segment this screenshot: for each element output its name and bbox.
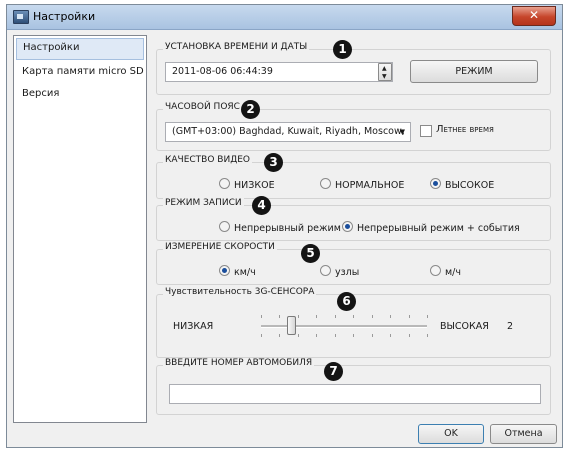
vehicle-legend: ВВЕДИТЕ НОМЕР АВТОМОБИЛЯ (163, 358, 315, 368)
video-quality-legend: КАЧЕСТВО ВИДЕО (163, 155, 253, 165)
badge-2: 2 (241, 100, 260, 119)
slider-tick (427, 315, 428, 318)
settings-window: Настройки ✕ Настройки Карта памяти micro… (6, 4, 563, 448)
speed-legend: ИЗМЕРЕНИЕ СКОРОСТИ (163, 242, 277, 252)
badge-1: 1 (333, 40, 352, 59)
window-title: Настройки (33, 10, 96, 23)
timezone-group: ЧАСОВОЙ ПОЯС 2 (GMT+03:00) Baghdad, Kuwa… (156, 100, 551, 151)
radio-continuous-events[interactable]: Непрерывный режим + события (342, 221, 520, 234)
radio-circle-icon[interactable] (219, 178, 230, 189)
slider-tick (372, 334, 373, 337)
radio-circle-icon[interactable] (219, 221, 230, 232)
vehicle-number-input[interactable] (169, 384, 541, 404)
badge-4: 4 (252, 196, 271, 215)
app-icon (13, 10, 29, 24)
slider-tick (335, 334, 336, 337)
sidebar-item-sd-card[interactable]: Карта памяти micro SD (16, 62, 144, 82)
sensor-value: 2 (507, 321, 514, 332)
sidebar: Настройки Карта памяти micro SD Версия (13, 35, 147, 423)
slider-tick (372, 315, 373, 318)
slider-tick (298, 334, 299, 337)
slider-tick (409, 315, 410, 318)
badge-7: 7 (324, 362, 343, 381)
speed-group: ИЗМЕРЕНИЕ СКОРОСТИ 5 км/ч узлы м/ч (156, 242, 551, 285)
radio-circle-icon[interactable] (320, 178, 331, 189)
timezone-value: (GMT+03:00) Baghdad, Kuwait, Riyadh, Mos… (172, 126, 405, 137)
slider-tick (409, 334, 410, 337)
cancel-button[interactable]: Отмена (490, 424, 557, 444)
slider-tick (279, 315, 280, 318)
sensor-high-label: ВЫСОКАЯ (440, 321, 489, 332)
spin-up-icon[interactable]: ▲ (382, 64, 387, 73)
radio-circle-icon[interactable] (320, 265, 331, 276)
slider-thumb[interactable] (287, 316, 296, 335)
slider-tick (427, 334, 428, 337)
radio-label: ВЫСОКОЕ (445, 180, 495, 191)
badge-5: 5 (301, 244, 320, 263)
slider-tick (298, 315, 299, 318)
radio-mph[interactable]: м/ч (430, 265, 461, 278)
video-quality-group: КАЧЕСТВО ВИДЕО 3 НИЗКОЕ НОРМАЛЬНОЕ ВЫСОК… (156, 153, 551, 199)
slider-tick (279, 334, 280, 337)
sidebar-item-settings[interactable]: Настройки (16, 38, 144, 60)
radio-quality-high[interactable]: ВЫСОКОЕ (430, 178, 494, 191)
chevron-down-icon[interactable]: ▼ (400, 123, 405, 141)
radio-label: Непрерывный режим + события (357, 223, 520, 234)
record-mode-group: РЕЖИМ ЗАПИСИ 4 Непрерывный режим Непреры… (156, 196, 551, 241)
time-legend: УСТАНОВКА ВРЕМЕНИ И ДАТЫ (163, 42, 310, 52)
datetime-spinner[interactable]: ▲ ▼ (378, 63, 392, 81)
dst-checkbox[interactable] (420, 125, 432, 137)
close-button[interactable]: ✕ (512, 6, 556, 26)
slider-tick (316, 334, 317, 337)
radio-continuous[interactable]: Непрерывный режим (219, 221, 341, 234)
radio-selected-icon[interactable] (219, 265, 230, 276)
slider-track (261, 325, 427, 328)
time-group: УСТАНОВКА ВРЕМЕНИ И ДАТЫ 1 2011-08-06 06… (156, 40, 551, 95)
radio-selected-icon[interactable] (342, 221, 353, 232)
radio-circle-icon[interactable] (430, 265, 441, 276)
sensor-slider[interactable] (261, 312, 428, 340)
slider-tick (316, 315, 317, 318)
sensor-legend: Чувствительность 3G-СЕНСОРА (163, 287, 317, 297)
badge-6: 6 (337, 292, 356, 311)
settings-panel: УСТАНОВКА ВРЕМЕНИ И ДАТЫ 1 2011-08-06 06… (152, 35, 556, 423)
radio-label: узлы (335, 267, 360, 278)
sidebar-item-version[interactable]: Версия (16, 84, 144, 104)
datetime-field[interactable]: 2011-08-06 06:44:39 (165, 62, 393, 82)
record-mode-legend: РЕЖИМ ЗАПИСИ (163, 198, 244, 208)
spin-down-icon[interactable]: ▼ (382, 73, 387, 81)
slider-tick (353, 315, 354, 318)
slider-tick (390, 315, 391, 318)
badge-3: 3 (264, 153, 283, 172)
sensor-group: Чувствительность 3G-СЕНСОРА 6 НИЗКАЯ ВЫС… (156, 287, 551, 358)
radio-label: НИЗКОЕ (234, 180, 275, 191)
dialog-body: Настройки Карта памяти micro SD Версия У… (13, 35, 556, 423)
timezone-select[interactable]: (GMT+03:00) Baghdad, Kuwait, Riyadh, Mos… (165, 122, 411, 142)
radio-knots[interactable]: узлы (320, 265, 359, 278)
radio-label: км/ч (234, 267, 256, 278)
radio-label: Непрерывный режим (234, 223, 341, 234)
radio-kmh[interactable]: км/ч (219, 265, 256, 278)
sensor-low-label: НИЗКАЯ (173, 321, 214, 332)
radio-label: НОРМАЛЬНОЕ (335, 180, 405, 191)
radio-quality-low[interactable]: НИЗКОЕ (219, 178, 275, 191)
vehicle-group: ВВЕДИТЕ НОМЕР АВТОМОБИЛЯ 7 (156, 358, 551, 415)
dst-label: Летнее время (436, 124, 494, 135)
slider-tick (261, 334, 262, 337)
radio-quality-normal[interactable]: НОРМАЛЬНОЕ (320, 178, 404, 191)
title-bar[interactable]: Настройки ✕ (7, 5, 562, 30)
mode-button[interactable]: РЕЖИМ (410, 60, 538, 83)
slider-tick (390, 334, 391, 337)
slider-tick (261, 315, 262, 318)
timezone-legend: ЧАСОВОЙ ПОЯС (163, 102, 242, 112)
ok-button[interactable]: OK (418, 424, 484, 444)
radio-label: м/ч (445, 267, 461, 278)
slider-tick (353, 334, 354, 337)
slider-tick (335, 315, 336, 318)
radio-selected-icon[interactable] (430, 178, 441, 189)
dialog-footer: OK Отмена (7, 423, 562, 448)
